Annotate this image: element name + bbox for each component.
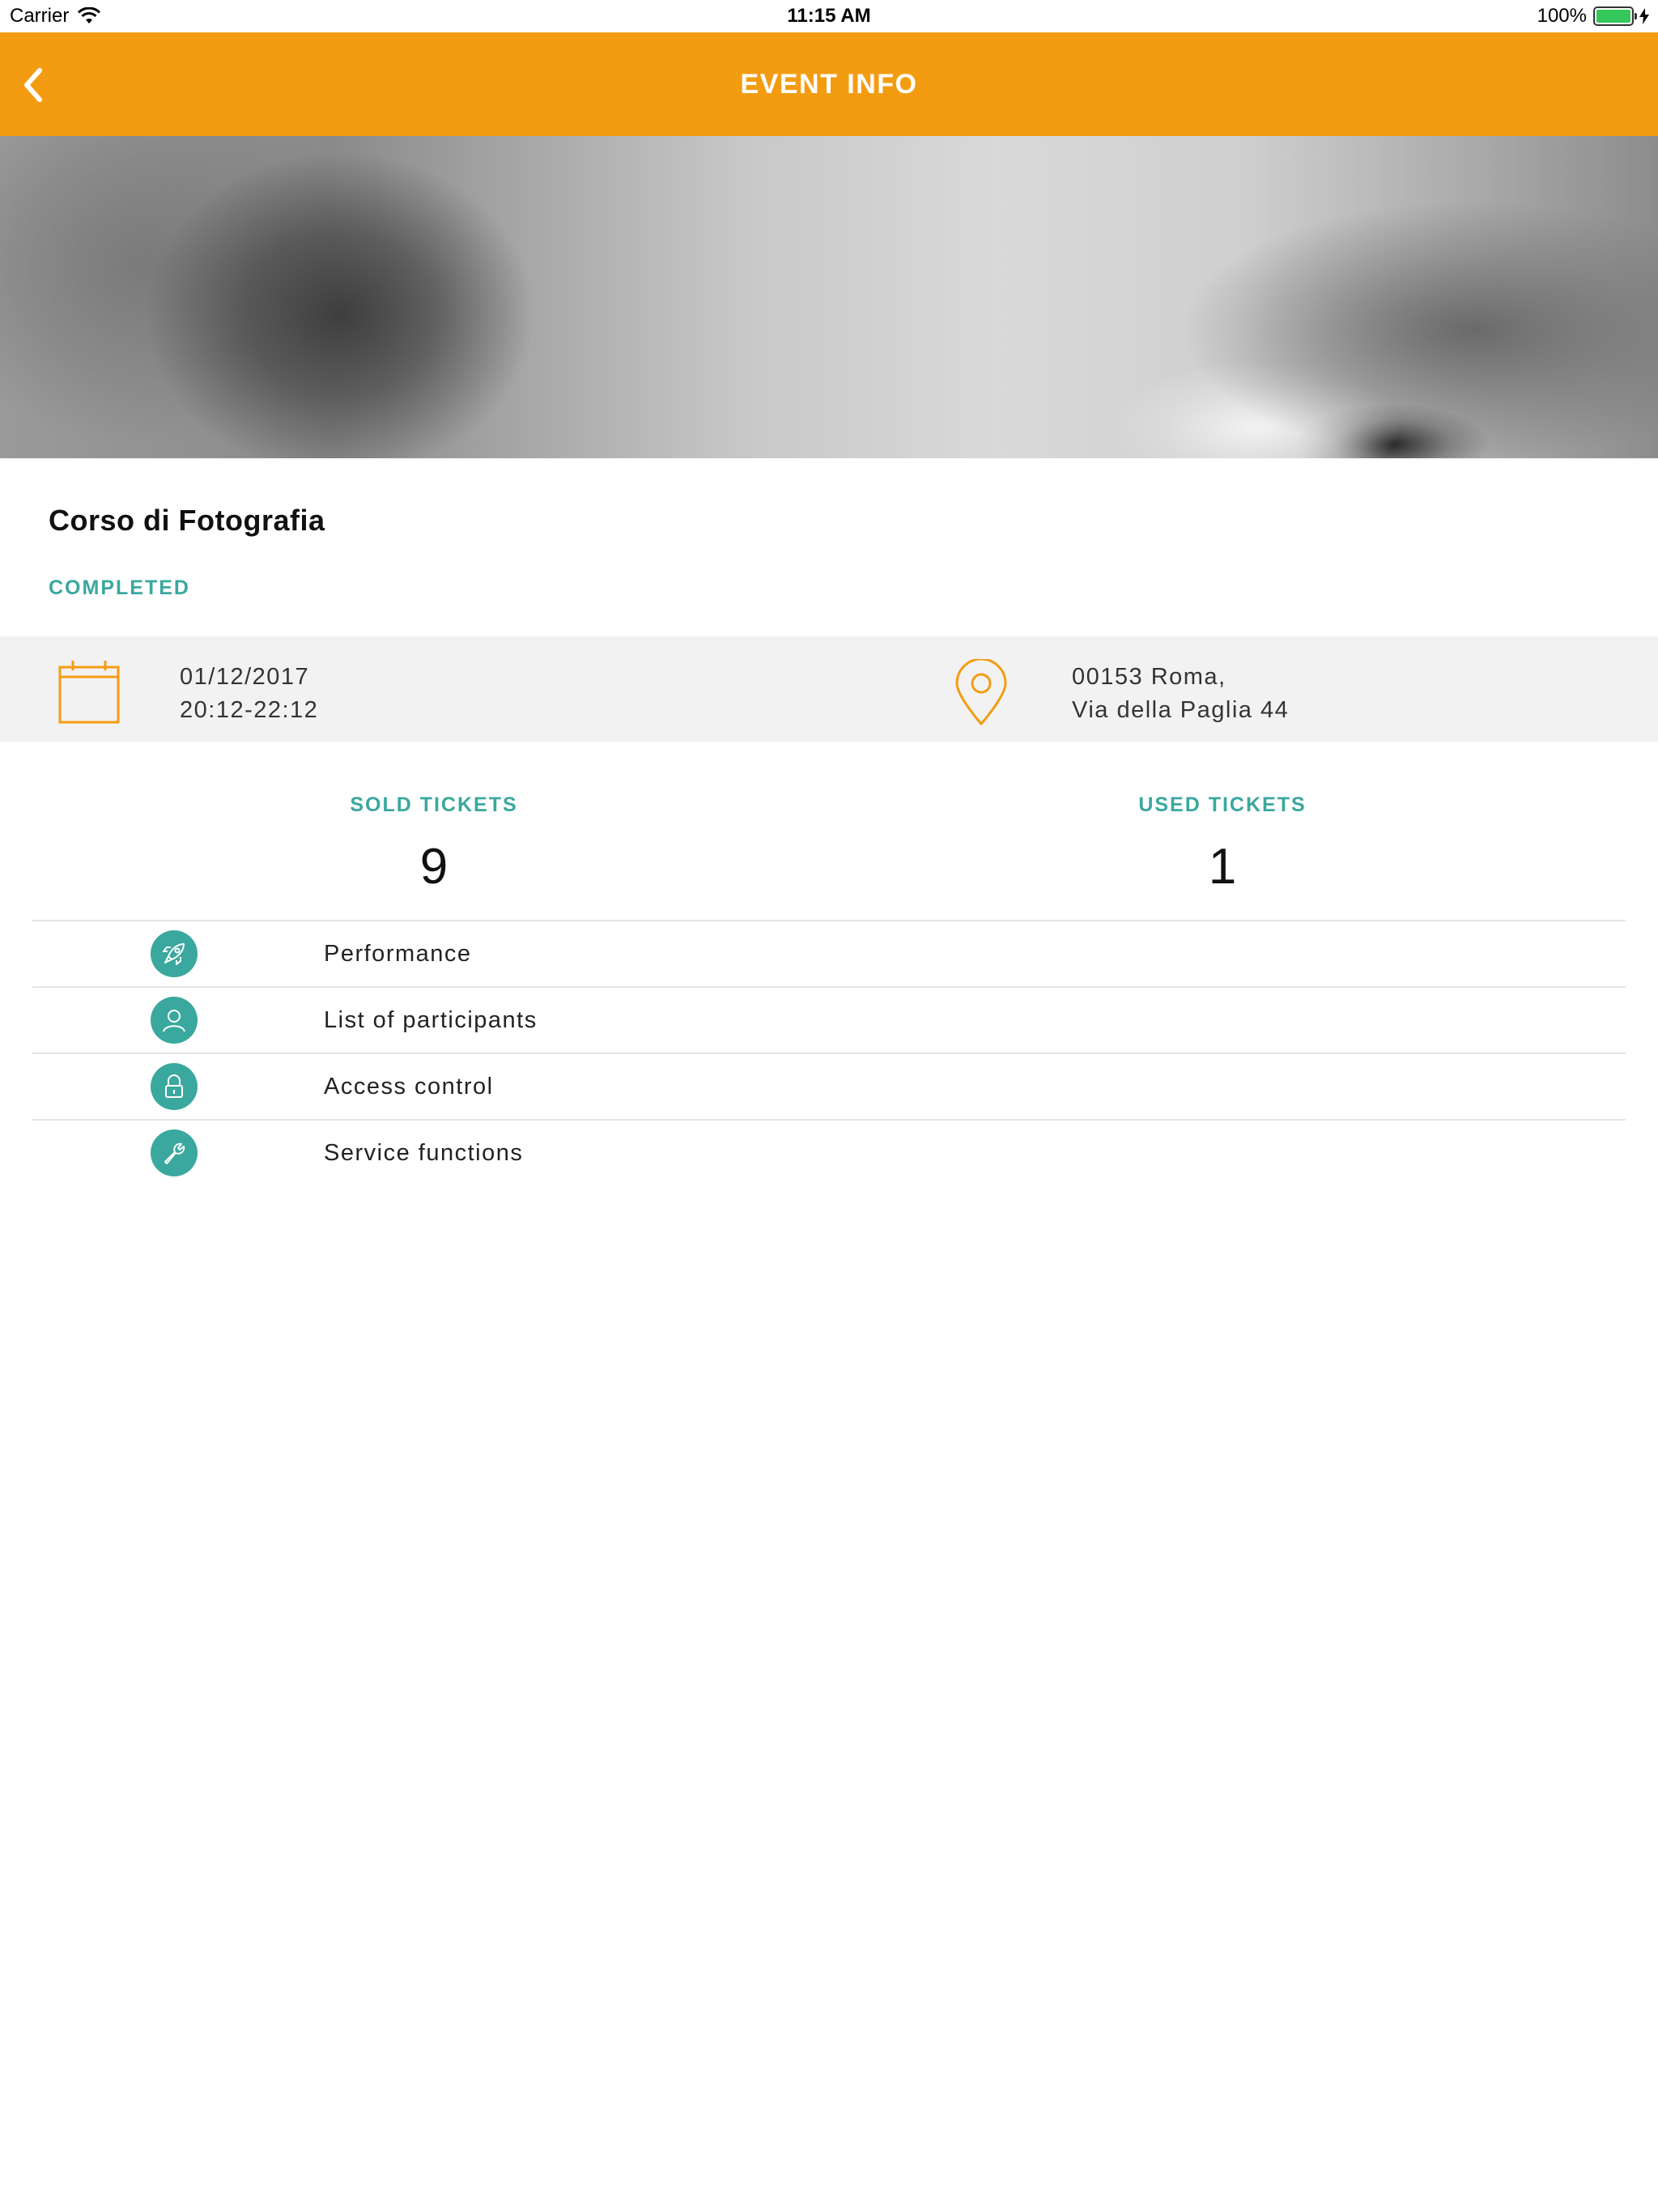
used-tickets-stat: USED TICKETS 1: [808, 742, 1637, 895]
battery-percent: 100%: [1537, 5, 1587, 27]
menu-item-label: Service functions: [324, 1140, 524, 1166]
address-line-1: 00153 Roma,: [1072, 664, 1226, 690]
menu-item-label: Performance: [324, 941, 472, 967]
calendar-icon: [58, 661, 120, 724]
ticket-stats: SOLD TICKETS 9 USED TICKETS 1: [0, 742, 1658, 920]
person-icon: [151, 997, 198, 1044]
used-tickets-label: USED TICKETS: [1138, 793, 1307, 816]
lock-icon: [151, 1063, 198, 1110]
event-address: 00153 Roma, Via della Paglia 44: [1072, 661, 1289, 727]
battery-icon: [1593, 6, 1637, 26]
event-actions-list: Performance List of participants Access …: [32, 920, 1626, 1185]
menu-item-performance[interactable]: Performance: [32, 921, 1626, 986]
event-details-band: 01/12/2017 20:12-22:12 00153 Roma, Via d…: [0, 636, 1658, 742]
event-cover-image: [0, 136, 1658, 458]
battery-group: 100%: [1537, 5, 1650, 28]
nav-bar: EVENT INFO: [0, 32, 1658, 136]
menu-item-service-functions[interactable]: Service functions: [32, 1121, 1626, 1185]
event-datetime: 01/12/2017 20:12-22:12: [180, 661, 318, 727]
rocket-icon: [151, 930, 198, 977]
sold-tickets-stat: SOLD TICKETS 9: [19, 742, 848, 895]
wrench-icon: [151, 1129, 198, 1176]
menu-item-participants[interactable]: List of participants: [32, 988, 1626, 1053]
menu-item-label: List of participants: [324, 1007, 538, 1033]
menu-item-access-control[interactable]: Access control: [32, 1054, 1626, 1119]
sold-tickets-value: 9: [419, 839, 449, 895]
event-name: Corso di Fotografia: [49, 504, 325, 537]
battery-fill: [1596, 10, 1630, 23]
location-pin-icon: [955, 659, 1007, 725]
event-date: 01/12/2017: [180, 664, 310, 690]
clock: 11:15 AM: [787, 5, 871, 27]
status-bar: Carrier 11:15 AM 100%: [0, 0, 1658, 32]
used-tickets-value: 1: [1208, 839, 1237, 895]
address-line-2: Via della Paglia 44: [1072, 697, 1290, 723]
status-badge: COMPLETED: [49, 576, 190, 599]
menu-item-label: Access control: [324, 1074, 494, 1100]
page-title: EVENT INFO: [740, 69, 918, 100]
event-time-range: 20:12-22:12: [180, 697, 319, 723]
sold-tickets-label: SOLD TICKETS: [350, 793, 518, 816]
charging-bolt-icon: [1639, 8, 1649, 24]
